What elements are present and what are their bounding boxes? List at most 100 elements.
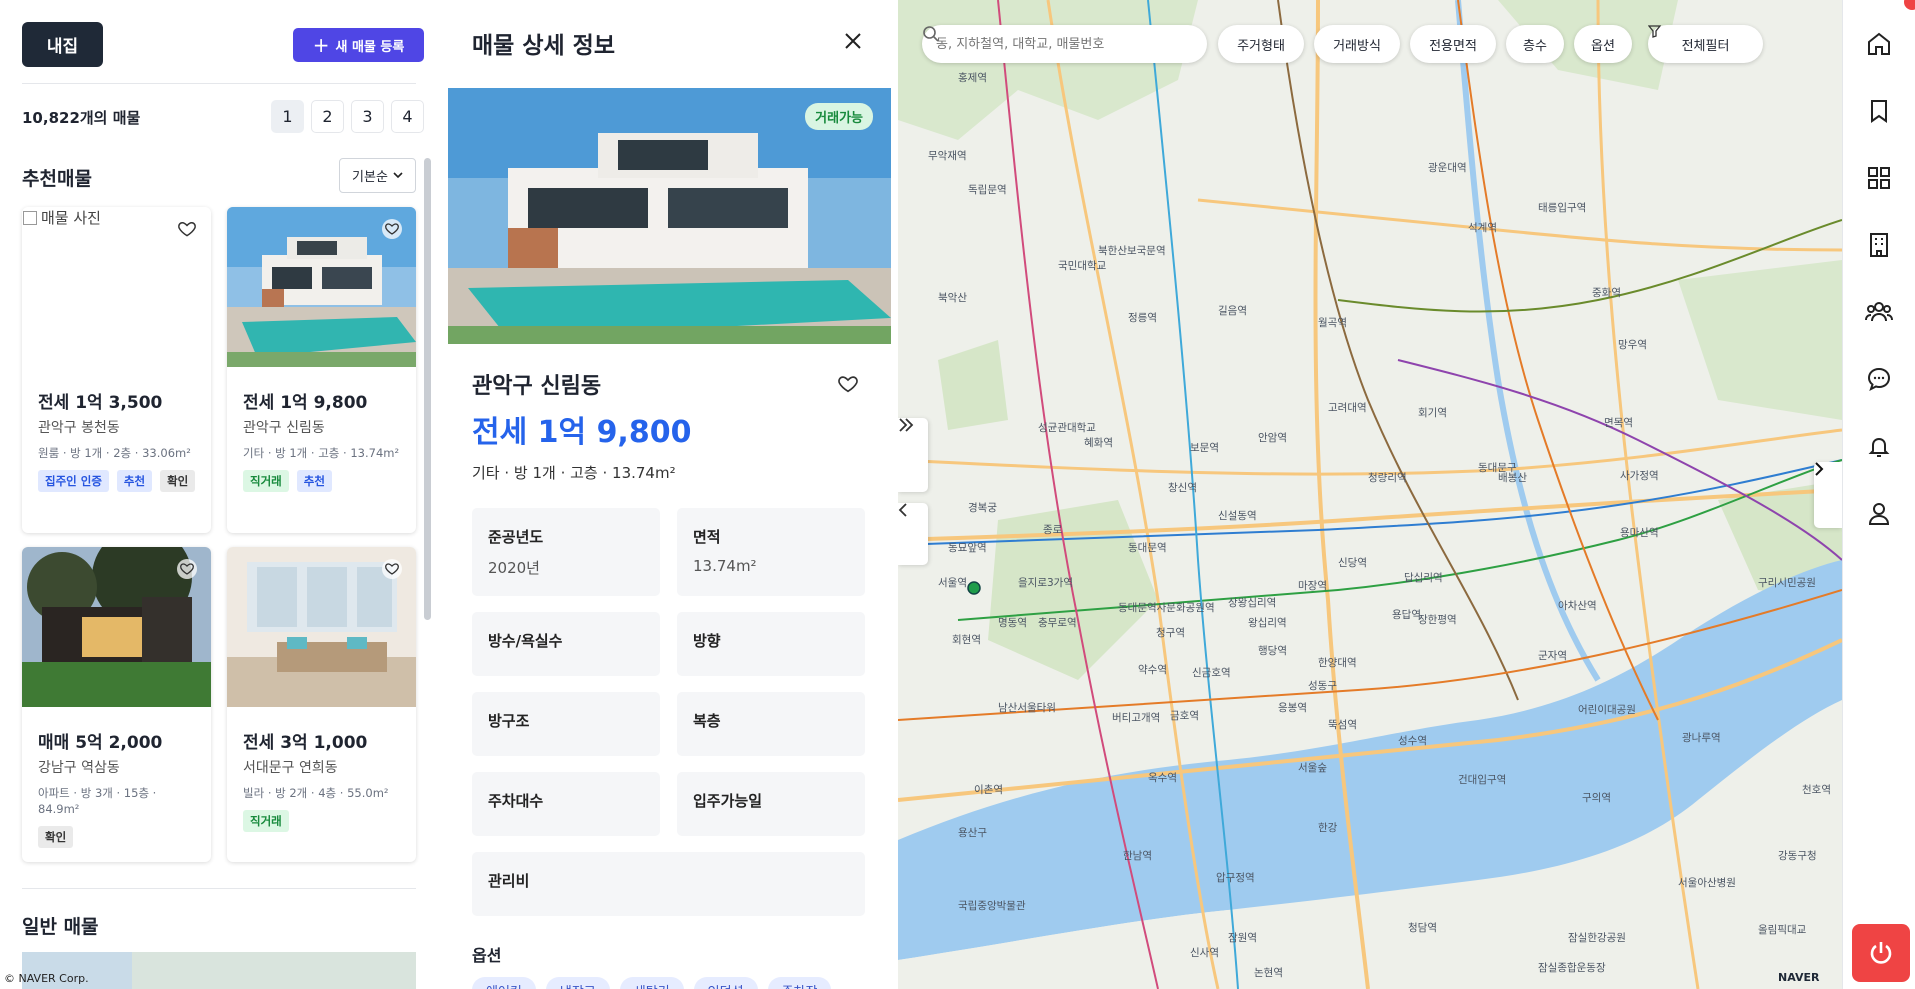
info-label: 주차대수 xyxy=(488,792,544,810)
listing-image: 매물 사진 xyxy=(22,207,211,367)
tag-owner-verified: 집주인 인증 xyxy=(38,470,109,492)
bell-icon[interactable] xyxy=(1861,428,1897,464)
listing-price: 매매 5억 2,000 xyxy=(38,733,163,753)
map-search-input[interactable] xyxy=(936,36,1156,52)
heart-icon[interactable] xyxy=(177,559,197,579)
map-place-label: 혜화역 xyxy=(1084,437,1113,449)
map-place-label: 천호역 xyxy=(1802,784,1831,796)
broken-image: 매물 사진 xyxy=(22,207,101,228)
page-button-1[interactable]: 1 xyxy=(271,100,304,133)
map-place-label: 용마산역 xyxy=(1620,527,1659,539)
filter-label: 주거형태 xyxy=(1237,38,1285,54)
map-place-label: 행당역 xyxy=(1258,645,1287,657)
listing-meta: 아파트 · 방 3개 · 15층 · 84.9m² xyxy=(38,786,157,816)
listing-meta: 기타 · 방 1개 · 고층 · 13.74m² xyxy=(243,446,400,460)
filter-all[interactable]: 전체필터 xyxy=(1648,25,1763,63)
map-place-label: 신당역 xyxy=(1338,557,1367,569)
map-place-label: 배봉산 xyxy=(1498,472,1527,484)
listing-price: 전세 3억 1,000 xyxy=(243,733,368,753)
heart-icon[interactable] xyxy=(837,373,859,395)
map-place-label: 을지로3가역 xyxy=(1018,577,1073,589)
option-chip: 세탁기 xyxy=(619,977,684,989)
filter-housing-type[interactable]: 주거형태 xyxy=(1218,25,1304,63)
sort-select[interactable]: 기본순 xyxy=(339,158,416,193)
map-search-bar[interactable] xyxy=(922,25,1207,63)
grid-icon[interactable] xyxy=(1861,160,1897,196)
my-home-button[interactable]: 내집 xyxy=(22,22,103,67)
map-place-label: 광운대역 xyxy=(1428,162,1467,174)
info-label: 준공년도 xyxy=(488,528,544,546)
chat-icon[interactable] xyxy=(1861,361,1897,397)
map-place-label: 한남역 xyxy=(1123,850,1152,862)
expand-panel-button[interactable] xyxy=(898,418,928,492)
map-place-label: 성균관대학교 xyxy=(1038,422,1096,434)
map-place-label: 용답역 xyxy=(1392,609,1421,621)
list-scrollbar[interactable] xyxy=(424,158,431,620)
filter-floor[interactable]: 층수 xyxy=(1506,25,1564,63)
map-place-label: 정릉역 xyxy=(1128,312,1157,324)
filter-label: 옵션 xyxy=(1591,38,1615,54)
map-place-label: 올림픽대교 xyxy=(1758,924,1807,936)
map-place-label: 태릉입구역 xyxy=(1538,202,1587,214)
people-icon[interactable] xyxy=(1861,294,1897,330)
register-listing-button[interactable]: + 새 매물 등록 xyxy=(293,28,424,62)
listing-panel: 내집 + 새 매물 등록 10,822개의 매물 1 2 3 4 추천매물 기본… xyxy=(0,0,447,989)
notification-dot xyxy=(1904,0,1915,10)
map-place-label: 길음역 xyxy=(1218,305,1247,317)
info-maintenance-fee: 관리비 xyxy=(472,852,865,916)
listing-location: 강남구 역삼동 xyxy=(38,760,120,776)
filter-area[interactable]: 전용면적 xyxy=(1410,25,1496,63)
listing-location: 관악구 신림동 xyxy=(243,420,325,436)
map-panel-toggle[interactable] xyxy=(1814,462,1842,528)
listing-card[interactable]: 전세 3억 1,000 서대문구 연희동 빌라 · 방 2개 · 4층 · 55… xyxy=(227,547,416,862)
info-label: 방향 xyxy=(693,632,721,650)
filter-deal-type[interactable]: 거래방식 xyxy=(1314,25,1400,63)
tag-direct-deal: 직거래 xyxy=(243,810,289,832)
listing-card[interactable]: 매매 5억 2,000 강남구 역삼동 아파트 · 방 3개 · 15층 · 8… xyxy=(22,547,211,862)
info-label: 방구조 xyxy=(488,712,530,730)
heart-icon[interactable] xyxy=(382,219,402,239)
info-label: 관리비 xyxy=(488,872,530,890)
info-value: 13.74m² xyxy=(693,557,757,575)
detail-title: 매물 상세 정보 xyxy=(472,33,615,59)
collapse-panel-button[interactable] xyxy=(898,503,928,565)
page-button-3[interactable]: 3 xyxy=(351,100,384,133)
map-place-label: 서울역 xyxy=(938,577,967,589)
plus-icon: + xyxy=(312,33,330,57)
tag-recommended: 추천 xyxy=(296,470,332,492)
map-place-label: 동대문역 xyxy=(1128,542,1167,554)
map-place-label: 잠원역 xyxy=(1228,932,1257,944)
map-place-label: 창신역 xyxy=(1168,482,1197,494)
close-icon[interactable] xyxy=(842,30,864,52)
listing-card[interactable]: 매물 사진 전세 1억 3,500 관악구 봉천동 원룸 · 방 1개 · 2층… xyxy=(22,207,211,533)
double-chevron-right-icon xyxy=(899,418,914,432)
building-icon[interactable] xyxy=(1861,227,1897,263)
map-place-label: 회현역 xyxy=(952,634,981,646)
listing-location: 서대문구 연희동 xyxy=(243,760,338,776)
map-place-label: 마장역 xyxy=(1298,580,1327,592)
listing-card[interactable]: 전세 1억 9,800 관악구 신림동 기타 · 방 1개 · 고층 · 13.… xyxy=(227,207,416,533)
map-place-label: 잠실종합운동장 xyxy=(1538,962,1606,974)
map-place-label: 한강 xyxy=(1318,822,1338,834)
map-place-label: 충무로역 xyxy=(1038,617,1077,629)
bookmark-icon[interactable] xyxy=(1861,93,1897,129)
filter-options[interactable]: 옵션 xyxy=(1574,25,1632,63)
power-button[interactable] xyxy=(1852,924,1910,982)
detail-location: 관악구 신림동 xyxy=(472,374,602,399)
listing-image xyxy=(227,547,416,707)
page-button-4[interactable]: 4 xyxy=(391,100,424,133)
map-view[interactable]: 홍제역 북악산 성균관대학교 국민대학교 북한산보국문역 정릉역 길음역 월곡역… xyxy=(898,0,1842,989)
user-icon[interactable] xyxy=(1861,495,1897,531)
heart-icon[interactable] xyxy=(177,219,197,239)
map-place-label: 경복궁 xyxy=(968,502,997,514)
info-direction: 방향 xyxy=(677,612,865,676)
map-place-label: 명동역 xyxy=(998,617,1027,629)
map-place-label: 군자역 xyxy=(1538,650,1567,662)
home-icon[interactable] xyxy=(1861,26,1897,62)
listing-image xyxy=(227,207,416,367)
map-place-label: 금호역 xyxy=(1170,710,1199,722)
option-chip: 인덕션 xyxy=(693,977,758,989)
map-place-label: 사가정역 xyxy=(1620,470,1659,482)
page-button-2[interactable]: 2 xyxy=(311,100,344,133)
heart-icon[interactable] xyxy=(382,559,402,579)
